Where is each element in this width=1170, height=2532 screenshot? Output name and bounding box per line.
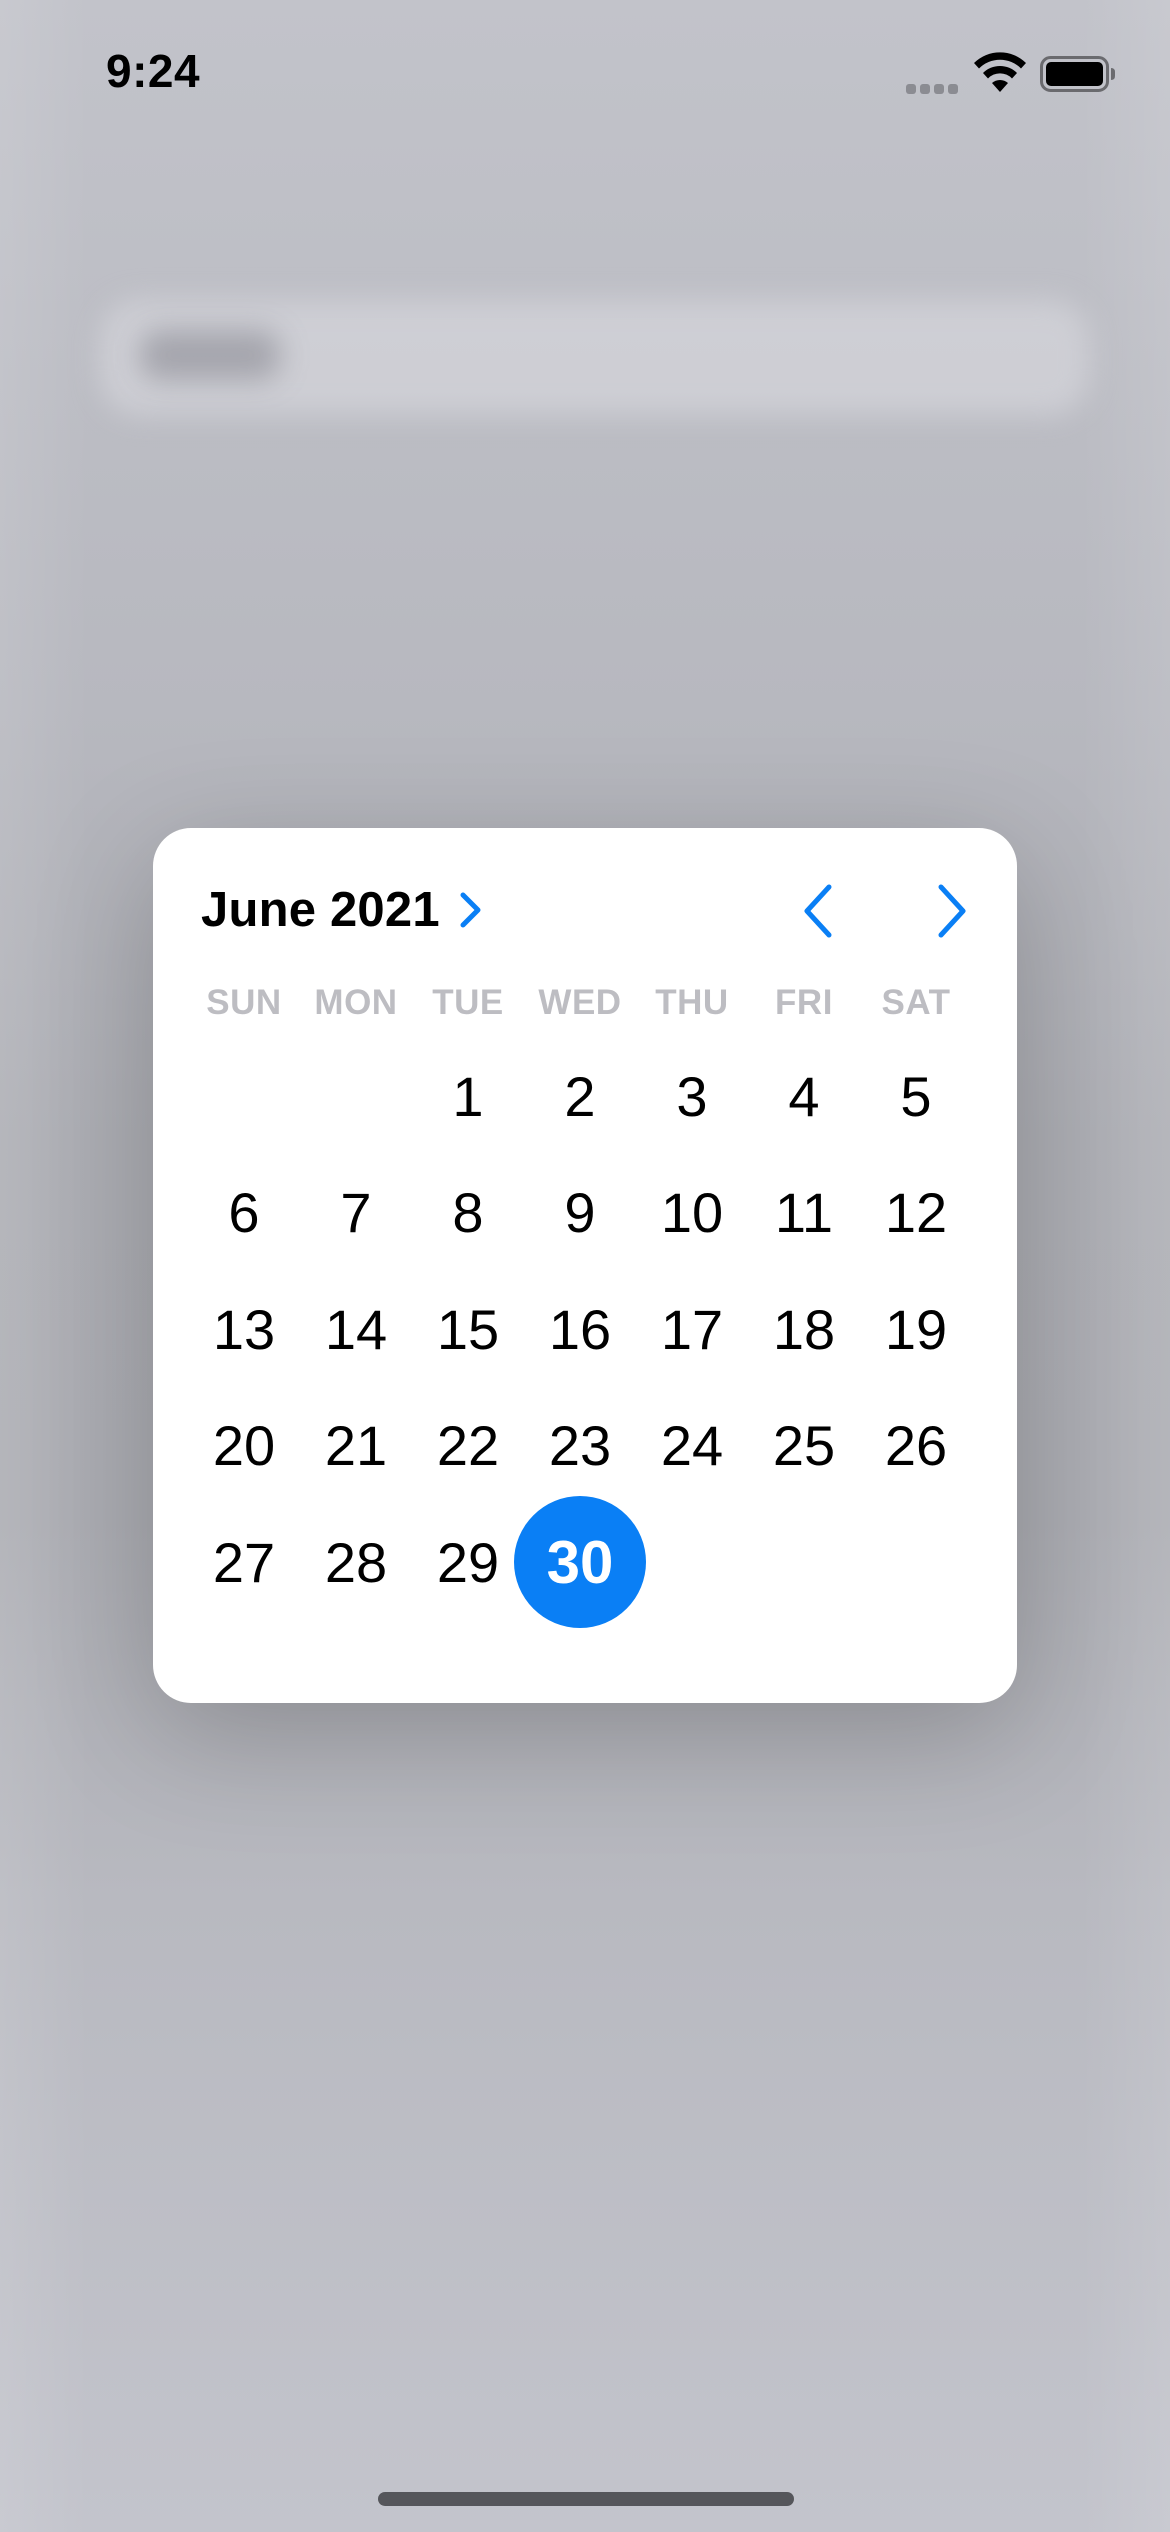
chevron-right-icon <box>938 884 966 938</box>
day-cell[interactable]: 29 <box>412 1504 524 1621</box>
day-cell[interactable]: 6 <box>188 1155 300 1272</box>
empty-day-cell <box>300 1038 412 1155</box>
selected-day-cell[interactable]: 30 <box>514 1496 646 1629</box>
weekday-label: SUN <box>206 983 282 1022</box>
chevron-right-icon <box>460 892 481 928</box>
day-cell[interactable]: 11 <box>748 1155 860 1272</box>
weekday-label: FRI <box>775 983 833 1022</box>
day-cell[interactable]: 24 <box>636 1388 748 1505</box>
status-time: 9:24 <box>106 45 201 97</box>
day-cell[interactable]: 21 <box>300 1388 412 1505</box>
day-cell[interactable]: 4 <box>748 1038 860 1155</box>
home-indicator[interactable] <box>378 2492 794 2506</box>
day-cell[interactable]: 25 <box>748 1388 860 1505</box>
weekday-label: THU <box>655 983 729 1022</box>
day-cell[interactable]: 7 <box>300 1155 412 1272</box>
day-cell[interactable]: 14 <box>300 1271 412 1388</box>
day-cell[interactable]: 22 <box>412 1388 524 1505</box>
previous-month-button[interactable] <box>783 876 853 946</box>
status-bar: 9:24 <box>0 0 1170 150</box>
weekday-label: MON <box>314 983 398 1022</box>
day-cell[interactable]: 8 <box>412 1155 524 1272</box>
day-cell[interactable]: 28 <box>300 1504 412 1621</box>
weekday-label: TUE <box>432 983 504 1022</box>
day-cell[interactable]: 23 <box>524 1388 636 1505</box>
day-cell[interactable]: 19 <box>860 1271 972 1388</box>
background-edge-right <box>1080 0 1170 2532</box>
battery-icon <box>1040 56 1115 92</box>
day-cell[interactable]: 9 <box>524 1155 636 1272</box>
month-year-selector[interactable]: June 2021 <box>201 878 484 942</box>
cellular-icon <box>906 82 960 94</box>
day-cell[interactable]: 1 <box>412 1038 524 1155</box>
weekday-label: SAT <box>881 983 951 1022</box>
day-cell[interactable]: 26 <box>860 1388 972 1505</box>
day-cell[interactable]: 12 <box>860 1155 972 1272</box>
day-cell[interactable]: 13 <box>188 1271 300 1388</box>
day-cell[interactable]: 20 <box>188 1388 300 1505</box>
day-cell[interactable]: 27 <box>188 1504 300 1621</box>
day-cell[interactable]: 10 <box>636 1155 748 1272</box>
date-picker-popover: June 2021 SUN MON TUE WED THU FRI SAT 1 … <box>153 828 1017 1703</box>
blurred-date-field-label <box>140 330 280 380</box>
weekday-header-row: SUN MON TUE WED THU FRI SAT <box>188 978 972 1028</box>
day-cell[interactable]: 17 <box>636 1271 748 1388</box>
next-month-button[interactable] <box>917 876 987 946</box>
background-edge-left <box>0 0 90 2532</box>
chevron-left-icon <box>804 884 832 938</box>
empty-day-cell <box>188 1038 300 1155</box>
day-cell[interactable]: 3 <box>636 1038 748 1155</box>
day-cell[interactable]: 18 <box>748 1271 860 1388</box>
days-grid: 1 2 3 4 5 6 7 8 9 10 11 12 13 14 15 16 1… <box>188 1038 972 1629</box>
month-title: June 2021 <box>201 883 440 937</box>
selected-day-number: 30 <box>546 1528 614 1596</box>
day-cell[interactable]: 15 <box>412 1271 524 1388</box>
wifi-icon <box>974 52 1026 92</box>
day-cell[interactable]: 16 <box>524 1271 636 1388</box>
day-cell[interactable]: 2 <box>524 1038 636 1155</box>
day-cell[interactable]: 5 <box>860 1038 972 1155</box>
weekday-label: WED <box>538 983 622 1022</box>
